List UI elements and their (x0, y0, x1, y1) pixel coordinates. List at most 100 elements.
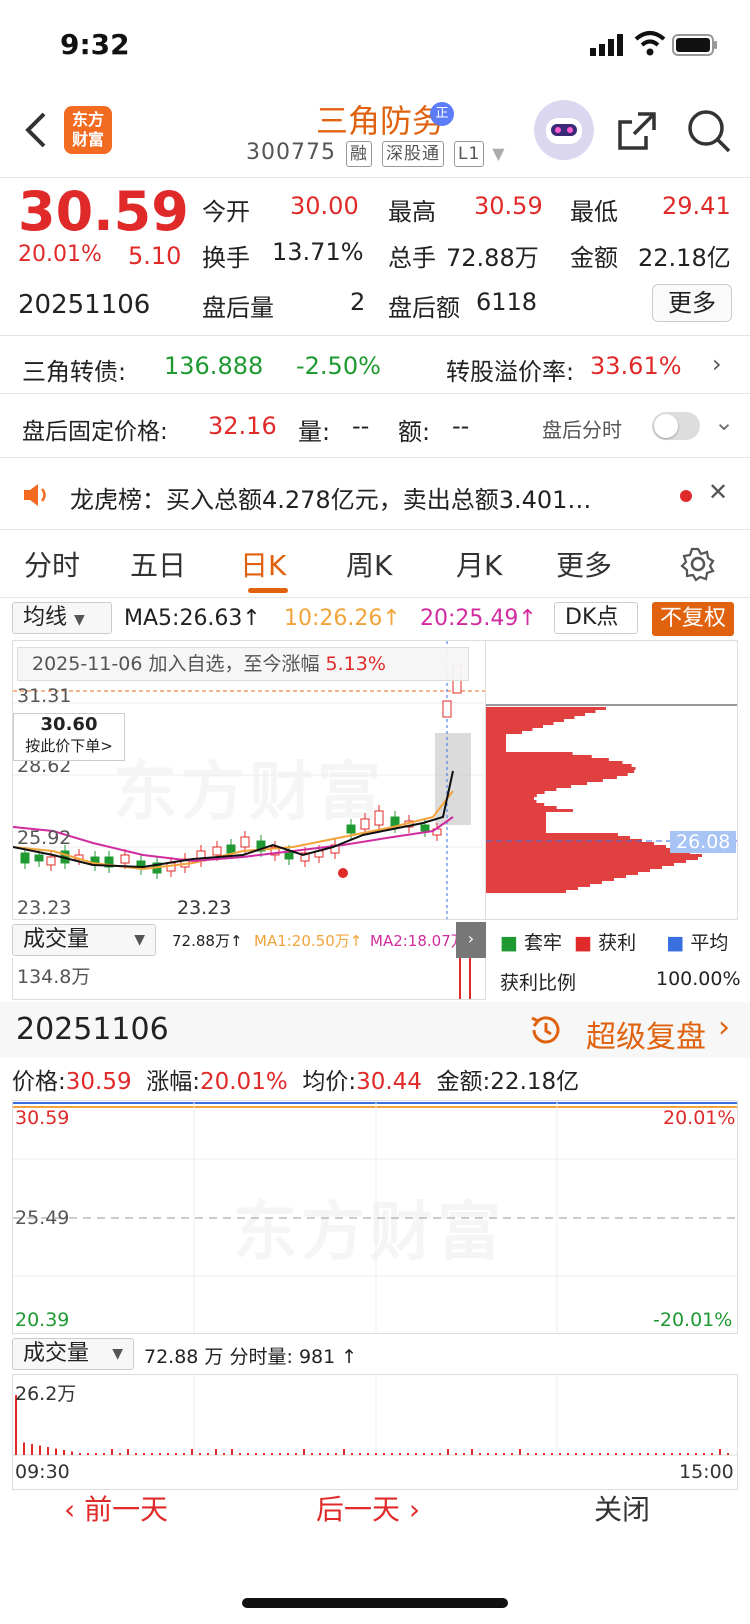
back-arrow-icon[interactable] (22, 110, 52, 150)
chip-bar (486, 770, 634, 773)
period-tabs: 分时 五日 日K 周K 月K 更多 (0, 532, 750, 598)
notice-bar[interactable]: 龙虎榜：买入总额4.278亿元，卖出总额3.401… ✕ (0, 460, 750, 530)
settings-gear-icon[interactable] (680, 546, 716, 582)
ma-bar: 均线 ▼ MA5:26.63↑ 10:26.26↑ 20:25.49↑ DK点 … (0, 600, 750, 640)
chip-bar (486, 797, 534, 800)
prev-day-button[interactable]: ‹ 前一天 (64, 1488, 168, 1528)
chip-bar (486, 755, 592, 758)
intraday-volume-bar (55, 1449, 57, 1456)
stock-name[interactable]: 三角防务 (240, 96, 520, 142)
intraday-volume-chart: 26.2万 09:30 15:00 (12, 1374, 738, 1490)
share-icon[interactable] (616, 110, 658, 152)
collapse-arrow-icon[interactable]: › (456, 922, 486, 958)
fuquan-button[interactable]: 不复权 (652, 602, 734, 636)
intraday-chart[interactable]: 东方财富 30.59 25.49 20.39 20.01% -20.01% (12, 1100, 738, 1334)
profit-ratio-value: 100.00% (656, 968, 741, 990)
intraday-volume-bar (415, 1453, 417, 1455)
intraday-volume-bar (175, 1453, 177, 1455)
chip-bar (486, 719, 564, 722)
more-button[interactable]: 更多 (652, 284, 732, 322)
tab-timeshare[interactable]: 分时 (24, 544, 80, 584)
intraday-pct-top: 20.01% (663, 1107, 735, 1129)
intraday-volume-bar (335, 1453, 337, 1455)
next-day-button[interactable]: 后一天 › (316, 1488, 420, 1528)
watchlist-tooltip[interactable]: 2025-11-06 加入自选，至今涨幅 5.13% (17, 647, 469, 681)
app-logo: 东方财富 (64, 106, 112, 154)
assistant-avatar[interactable] (534, 100, 594, 160)
intraday-volume-bar (695, 1453, 697, 1455)
chip-bar (486, 869, 650, 872)
chip-bar (486, 713, 585, 716)
intraday-volume-bar (87, 1453, 89, 1455)
premium-label: 转股溢价率: (446, 352, 574, 387)
intraday-volume-bar (439, 1453, 441, 1455)
close-icon[interactable]: ✕ (708, 478, 728, 506)
chip-bar (486, 800, 536, 803)
indicator-select[interactable]: 均线 ▼ (12, 602, 112, 634)
intraday-volume-bar (71, 1452, 73, 1456)
intraday-volume-bar (279, 1453, 281, 1455)
intraday-volume-select-label: 成交量 (23, 1341, 89, 1366)
intraday-volume-bar (351, 1453, 353, 1455)
chip-bar (486, 827, 546, 830)
stock-code-line[interactable]: 300775 融 深股通 L1 ▼ (246, 140, 506, 167)
intraday-volume-bar (559, 1453, 561, 1455)
close-button[interactable]: 关闭 (594, 1488, 650, 1528)
intraday-volume-bar (407, 1453, 409, 1455)
intraday-volume-bar (367, 1453, 369, 1455)
chip-bar (486, 710, 596, 713)
tab-day-k[interactable]: 日K (240, 544, 286, 584)
intraday-volume-bar (215, 1449, 217, 1455)
intraday-volume-bar (711, 1453, 713, 1455)
intraday-volume-bar (223, 1453, 225, 1455)
stock-code: 300775 (246, 140, 336, 165)
legend-trapped: 套牢 (524, 932, 562, 954)
order-text: 按此价下单> (14, 735, 124, 756)
intraday-volume-bar (135, 1453, 137, 1455)
order-tag[interactable]: 30.60 按此价下单> (13, 713, 125, 761)
volume-label: 总手 (388, 238, 436, 273)
quote-panel: 30.59 20.01% 5.10 20251106 今开 30.00 最高 3… (0, 180, 750, 336)
intraday-volume-select[interactable]: 成交量 ▼ (12, 1338, 134, 1370)
chip-bar (486, 851, 690, 854)
tab-more[interactable]: 更多 (556, 544, 612, 584)
tick-value: 981 ↑ (299, 1346, 357, 1368)
intraday-volume-bar (471, 1449, 473, 1455)
kline-chart[interactable]: 东方财富 2025-11-06 加入自选，至今涨幅 5.13% 31.31 28… (12, 640, 486, 920)
candle-body (375, 811, 383, 825)
tag-margin: 融 (346, 141, 372, 167)
intraday-volume-bar (719, 1449, 721, 1455)
tab-five-day[interactable]: 五日 (130, 544, 186, 584)
chevron-right-icon[interactable]: › (718, 1010, 730, 1045)
chip-canvas (486, 641, 738, 920)
volume-value: 72.88万 (446, 238, 539, 273)
convertible-bond-row[interactable]: 三角转债: 136.888 -2.50% 转股溢价率: 33.61% › (0, 338, 750, 394)
search-icon[interactable] (686, 108, 732, 154)
intraday-volume-bar (23, 1443, 25, 1456)
intraday-volume-bar (615, 1453, 617, 1455)
intraday-volume-bar (271, 1453, 273, 1455)
chip-bar (486, 725, 543, 728)
dropdown-icon[interactable]: ▼ (492, 144, 505, 163)
volume-select[interactable]: 成交量 ▼ (12, 924, 156, 956)
intraday-volume-bar (487, 1453, 489, 1455)
day-navigation: ‹ 前一天 后一天 › 关闭 (0, 1480, 750, 1550)
super-replay-link[interactable]: 超级复盘 (586, 1012, 706, 1056)
dk-select[interactable]: DK点 (554, 602, 638, 634)
tag-level: L1 (454, 141, 484, 167)
chip-bar (486, 761, 622, 764)
after-vol2-value: -- (352, 412, 369, 440)
chip-bar (486, 740, 506, 743)
intraday-volume-bar (463, 1453, 465, 1455)
chip-bar (486, 872, 638, 875)
vol-ma1: MA1:20.50万↑ (254, 930, 362, 951)
intraday-volume-bar (127, 1449, 129, 1455)
intraday-volume-bar (295, 1453, 297, 1455)
chevron-down-icon[interactable]: ⌄ (714, 408, 734, 436)
tab-week-k[interactable]: 周K (346, 544, 392, 584)
after-timeshare-toggle[interactable] (652, 412, 700, 440)
tab-month-k[interactable]: 月K (456, 544, 502, 584)
history-icon (528, 1012, 564, 1048)
chip-bar (486, 776, 617, 779)
intraday-price-label: 价格: (12, 1069, 66, 1095)
